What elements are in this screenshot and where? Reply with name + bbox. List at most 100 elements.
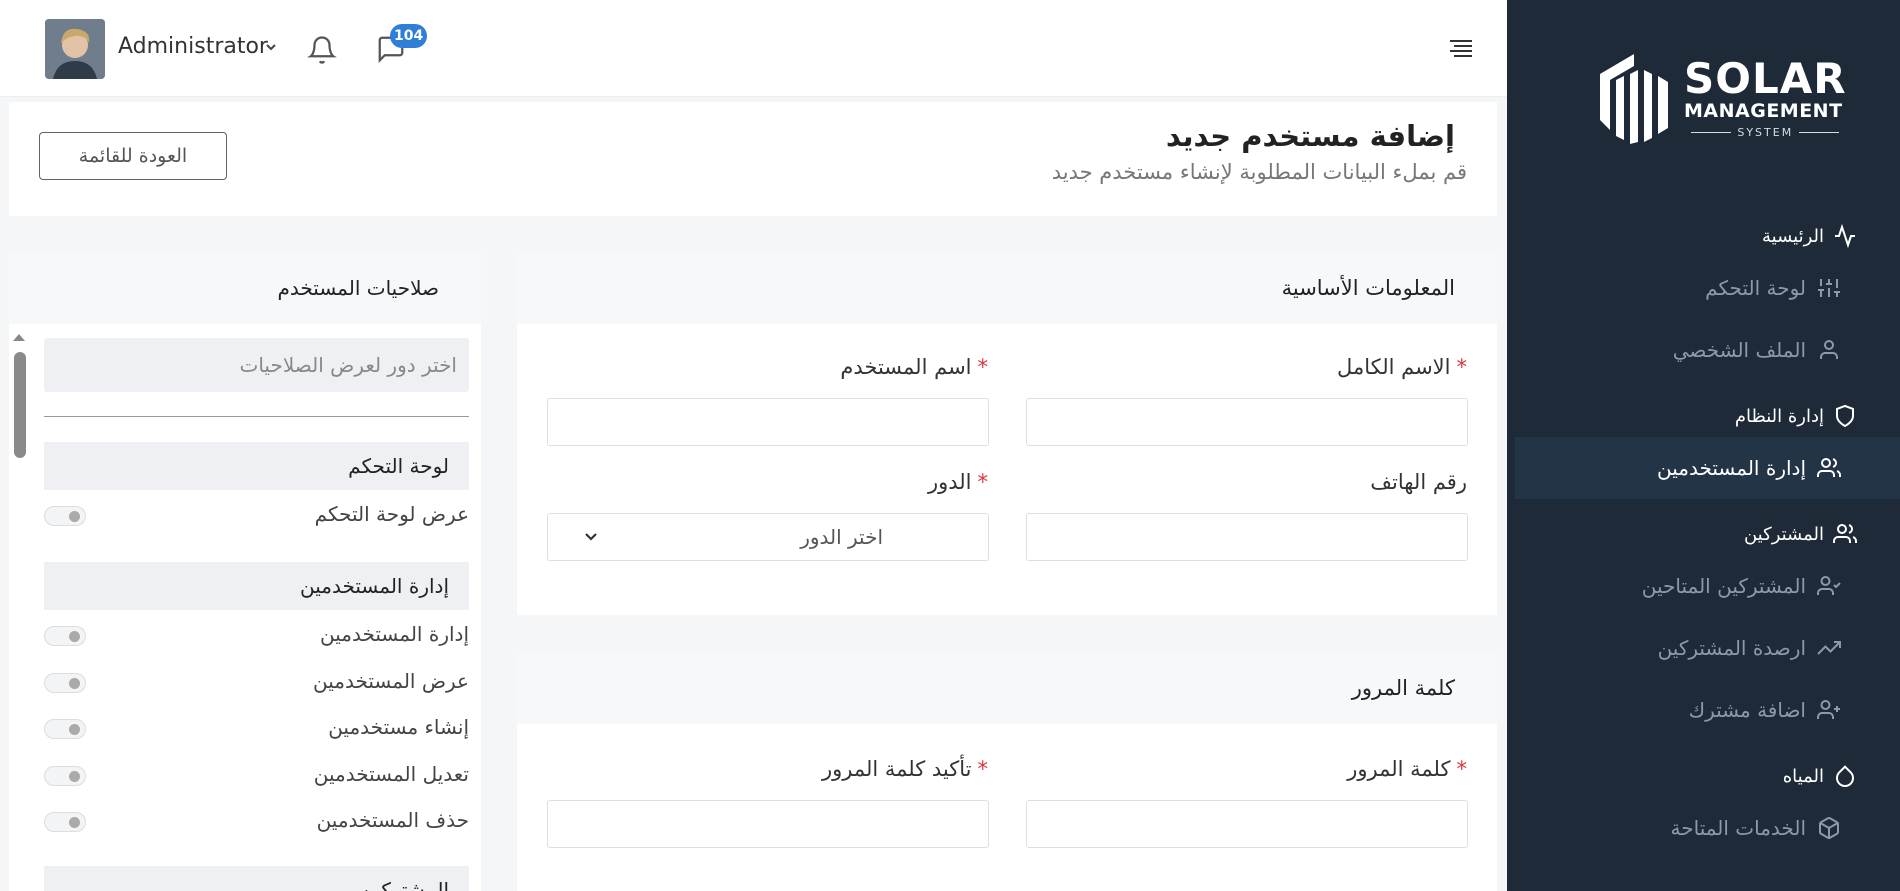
sidebar-item-label: إدارة المستخدمين <box>1657 456 1806 480</box>
brand-logo[interactable]: SOLAR MANAGEMENT SYSTEM <box>1590 50 1850 145</box>
permissions-panel: صلاحيات المستخدم اختر دور لعرض الصلاحيات… <box>9 252 481 891</box>
box-icon <box>1816 815 1842 841</box>
divider <box>44 416 469 417</box>
page-subtitle: قم بملء البيانات المطلوبة لإنشاء مستخدم … <box>1051 160 1467 184</box>
sidebar-item-label: الملف الشخصي <box>1672 338 1806 362</box>
permissions-role-select[interactable]: اختر دور لعرض الصلاحيات <box>44 338 469 392</box>
chevron-down-icon[interactable] <box>264 40 278 54</box>
permission-label: عرض المستخدمين <box>313 669 469 693</box>
full-name-input[interactable] <box>1026 398 1468 446</box>
sidebar-section-water[interactable]: المياه <box>1507 755 1900 797</box>
permission-row: إدارة المستخدمين <box>44 620 469 654</box>
permission-row: عرض المستخدمين <box>44 667 469 701</box>
sliders-icon <box>1816 275 1842 301</box>
user-check-icon <box>1816 573 1842 599</box>
back-to-list-button[interactable]: العودة للقائمة <box>39 132 227 180</box>
phone-input[interactable] <box>1026 513 1468 561</box>
username-label: *اسم المستخدم <box>840 355 988 379</box>
activity-icon <box>1832 223 1858 249</box>
sidebar-item-available-subscribers[interactable]: المشتركين المتاحين <box>1507 555 1900 617</box>
permission-toggle[interactable] <box>44 506 86 526</box>
password-header: كلمة المرور <box>517 652 1497 724</box>
droplet-icon <box>1832 763 1858 789</box>
notification-badge: 104 <box>390 24 428 48</box>
page-header: إضافة مستخدم جديد قم بملء البيانات المطل… <box>9 102 1497 216</box>
role-select[interactable]: اختر الدور <box>547 513 989 561</box>
chevron-down-icon <box>585 533 597 541</box>
sidebar-item-label: ارصدة المشتركين <box>1657 636 1806 660</box>
full-name-label: *الاسم الكامل <box>1337 355 1467 379</box>
sidebar-section-home[interactable]: الرئيسية <box>1507 215 1900 257</box>
confirm-password-input[interactable] <box>547 800 989 848</box>
sidebar-item-profile[interactable]: الملف الشخصي <box>1507 319 1900 381</box>
user-icon <box>1816 337 1842 363</box>
username-input[interactable] <box>547 398 989 446</box>
sidebar-item-label: الخدمات المتاحة <box>1670 816 1806 840</box>
sidebar-item-subscriber-balances[interactable]: ارصدة المشتركين <box>1507 617 1900 679</box>
permission-label: إنشاء مستخدمين <box>328 715 469 739</box>
permission-toggle[interactable] <box>44 719 86 739</box>
permission-row: إنشاء مستخدمين <box>44 713 469 747</box>
role-select-value: اختر الدور <box>800 525 883 549</box>
permission-toggle[interactable] <box>44 673 86 693</box>
avatar[interactable] <box>45 19 105 79</box>
menu-toggle-icon[interactable] <box>1448 38 1474 58</box>
permission-toggle[interactable] <box>44 626 86 646</box>
users-icon <box>1816 455 1842 481</box>
bell-icon[interactable] <box>307 34 337 66</box>
logo-mark-icon <box>1600 54 1668 144</box>
sidebar-section-label: الرئيسية <box>1762 225 1824 247</box>
role-label: *الدور <box>927 470 988 494</box>
password-card: كلمة المرور *كلمة المرور *تأكيد كلمة الم… <box>517 652 1497 891</box>
sidebar-item-add-subscriber[interactable]: اضافة مشترك <box>1507 679 1900 741</box>
sidebar-item-dashboard[interactable]: لوحة التحكم <box>1507 257 1900 319</box>
user-menu-name[interactable]: Administrator <box>118 34 268 59</box>
permission-toggle[interactable] <box>44 812 86 832</box>
permission-row: حذف المستخدمين <box>44 806 469 840</box>
permission-label: تعديل المستخدمين <box>313 762 469 786</box>
permission-label: حذف المستخدمين <box>316 808 469 832</box>
basic-info-header: المعلومات الأساسية <box>517 252 1497 324</box>
sidebar-nav: الرئيسية لوحة التحكم الملف الشخصي إدارة … <box>1507 215 1900 859</box>
scrollbar-thumb[interactable] <box>14 352 26 458</box>
top-bar: Administrator 104 <box>0 0 1507 97</box>
permission-toggle[interactable] <box>44 766 86 786</box>
users-icon <box>1832 521 1858 547</box>
permission-label: عرض لوحة التحكم <box>314 502 469 526</box>
sidebar-section-system[interactable]: إدارة النظام <box>1507 395 1900 437</box>
logo-line-3: SYSTEM <box>1684 127 1847 138</box>
trending-up-icon <box>1816 635 1842 661</box>
phone-label: رقم الهاتف <box>1370 470 1467 494</box>
permissions-title: صلاحيات المستخدم <box>277 276 439 300</box>
page-title: إضافة مستخدم جديد <box>1165 119 1455 153</box>
sidebar-section-label: إدارة النظام <box>1734 405 1824 427</box>
sidebar-section-subscribers[interactable]: المشتركين <box>1507 513 1900 555</box>
confirm-password-label: *تأكيد كلمة المرور <box>821 757 988 781</box>
sidebar-section-label: المياه <box>1782 765 1824 787</box>
password-title: كلمة المرور <box>1351 676 1455 700</box>
logo-line-2: MANAGEMENT <box>1684 99 1843 122</box>
permission-label: إدارة المستخدمين <box>320 622 469 646</box>
password-label: *كلمة المرور <box>1347 757 1467 781</box>
logo-text: SOLAR MANAGEMENT SYSTEM <box>1684 53 1847 138</box>
permissions-header: صلاحيات المستخدم <box>9 252 481 324</box>
sidebar: SOLAR MANAGEMENT SYSTEM الرئيسية لوحة ال… <box>1507 0 1900 891</box>
permission-group-title: المشتركين <box>44 866 469 891</box>
sidebar-item-label: لوحة التحكم <box>1705 276 1806 300</box>
user-plus-icon <box>1816 697 1842 723</box>
scroll-up-arrow[interactable] <box>13 334 25 341</box>
sidebar-item-available-services[interactable]: الخدمات المتاحة <box>1507 797 1900 859</box>
permission-group-title: لوحة التحكم <box>44 442 469 490</box>
sidebar-item-label: اضافة مشترك <box>1688 698 1806 722</box>
sidebar-section-label: المشتركين <box>1743 523 1824 545</box>
basic-info-card: المعلومات الأساسية *الاسم الكامل *اسم ال… <box>517 252 1497 615</box>
permission-row: تعديل المستخدمين <box>44 760 469 794</box>
sidebar-item-users[interactable]: إدارة المستخدمين <box>1515 437 1900 499</box>
sidebar-item-label: المشتركين المتاحين <box>1641 574 1806 598</box>
basic-info-title: المعلومات الأساسية <box>1281 276 1455 300</box>
permission-group-title: إدارة المستخدمين <box>44 562 469 610</box>
permission-row: عرض لوحة التحكم <box>44 500 469 534</box>
password-input[interactable] <box>1026 800 1468 848</box>
logo-line-1: SOLAR <box>1684 53 1847 103</box>
shield-icon <box>1832 403 1858 429</box>
